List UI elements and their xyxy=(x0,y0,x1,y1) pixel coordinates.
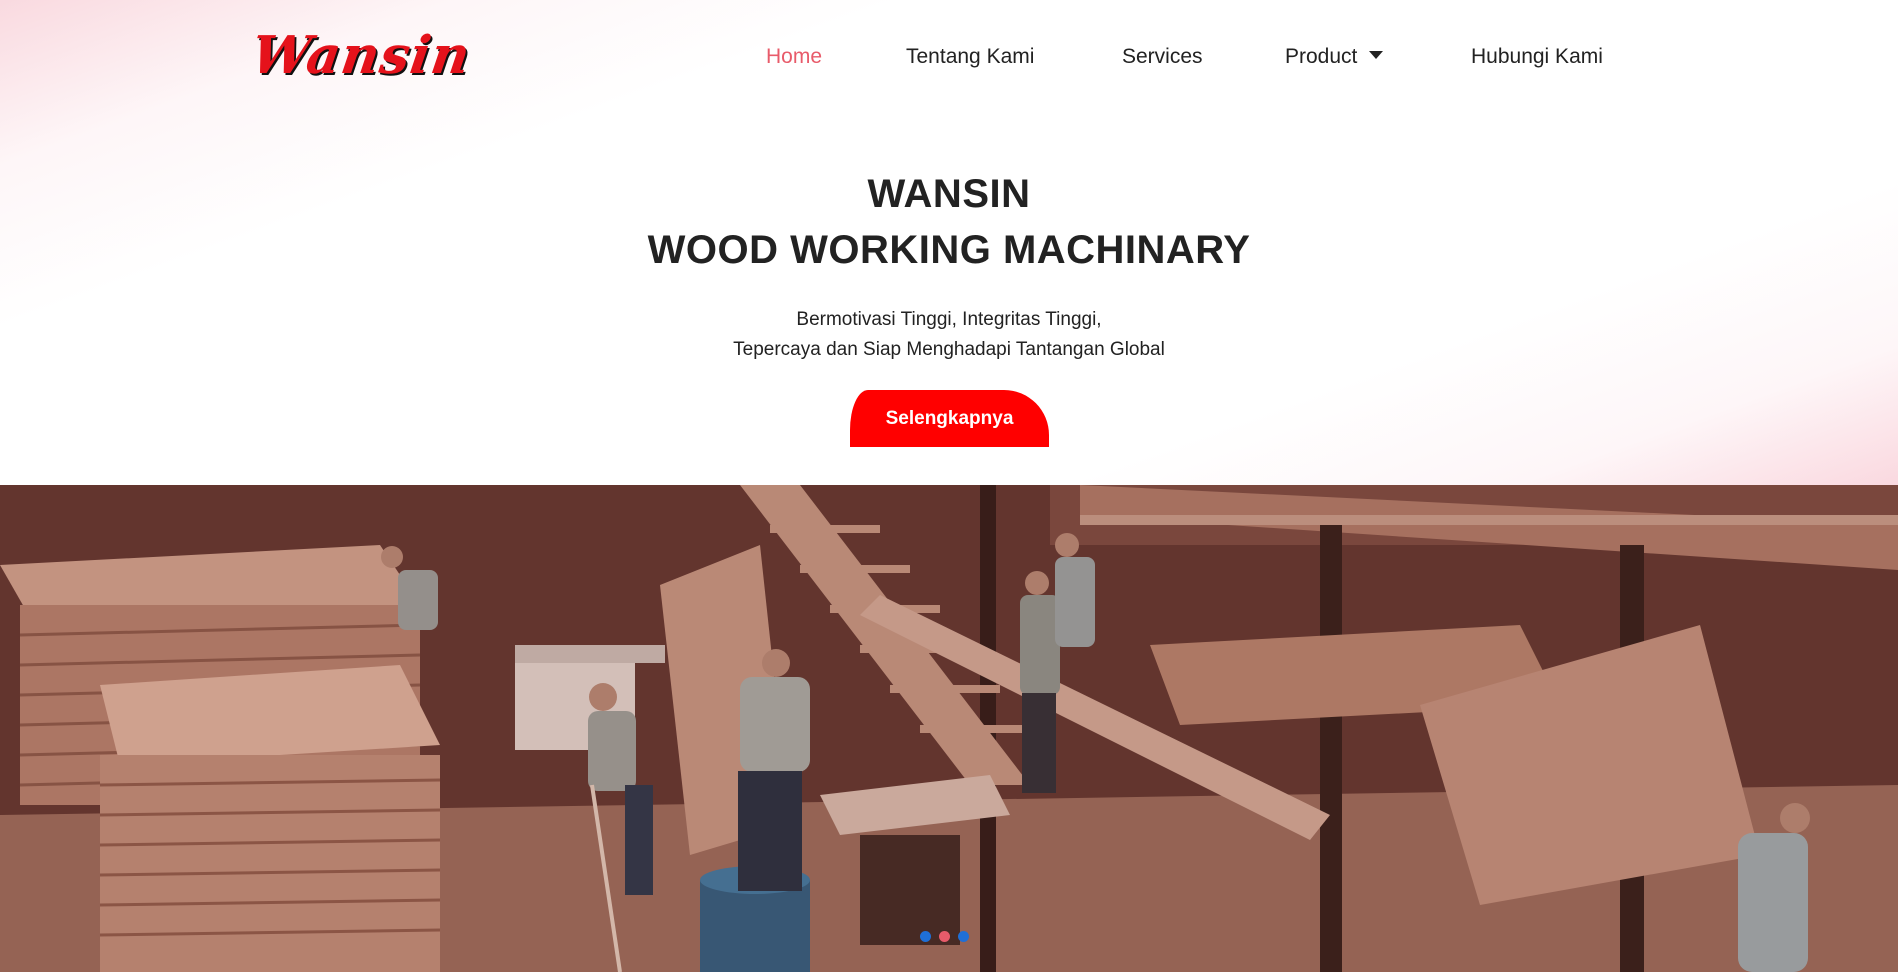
selengkapnya-button[interactable]: Selengkapnya xyxy=(850,390,1049,447)
hero-subtitle-line1: Bermotivasi Tinggi, Integritas Tinggi, xyxy=(796,309,1102,330)
nav-item-product[interactable]: Product xyxy=(1285,40,1384,74)
slider-dot-1[interactable] xyxy=(920,931,931,942)
slider-dot-3[interactable] xyxy=(958,931,969,942)
hero-subtitle-line2: Tepercaya dan Siap Menghadapi Tantangan … xyxy=(733,339,1165,360)
slider-dot-2[interactable] xyxy=(939,931,950,942)
caret-down-icon xyxy=(1369,51,1384,60)
nav-item-product-label: Product xyxy=(1285,45,1358,68)
factory-illustration xyxy=(0,485,1898,972)
slider-pagination xyxy=(920,931,969,942)
nav-item-tentang-kami[interactable]: Tentang Kami xyxy=(906,40,1034,74)
factory-photo xyxy=(0,485,1898,972)
hero-title-line1: WANSIN xyxy=(867,172,1031,216)
main-nav: Home Tentang Kami Services Product Hubun… xyxy=(0,40,1898,74)
hero-title-line2: WOOD WORKING MACHINARY xyxy=(647,228,1251,272)
nav-item-home[interactable]: Home xyxy=(766,40,822,74)
nav-item-hubungi-kami[interactable]: Hubungi Kami xyxy=(1471,40,1603,74)
nav-item-services[interactable]: Services xyxy=(1122,40,1203,74)
